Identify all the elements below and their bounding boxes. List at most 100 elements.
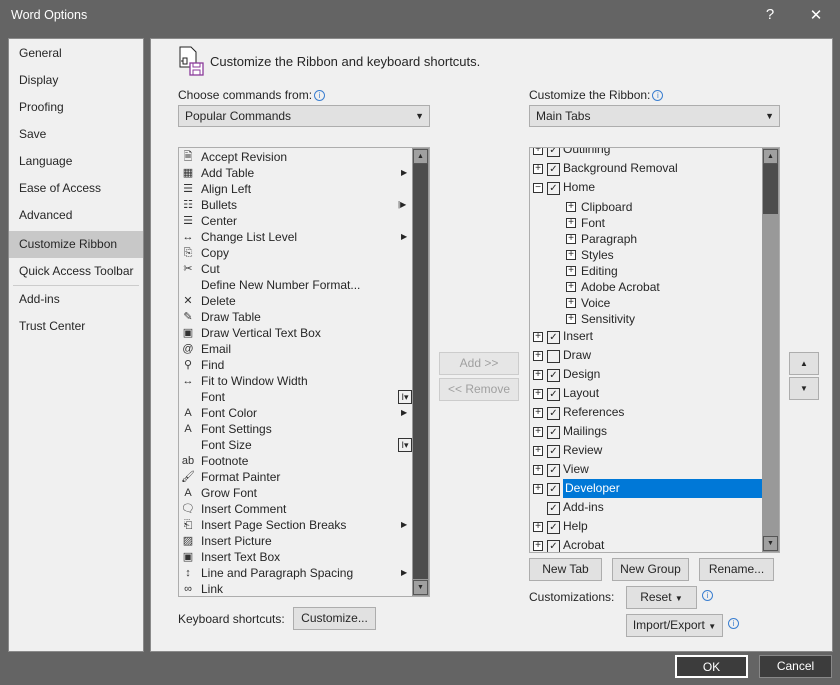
command-item[interactable]: 🖌 Format Painter bbox=[179, 469, 429, 485]
sidebar-item-proofing[interactable]: Proofing bbox=[9, 94, 143, 121]
sidebar-item-add-ins[interactable]: Add-ins bbox=[9, 286, 143, 313]
command-item[interactable]: ☰ Center bbox=[179, 213, 429, 229]
command-item[interactable]: ☰ Align Left bbox=[179, 181, 429, 197]
ribbon-tab-item[interactable]: + Font bbox=[530, 215, 779, 231]
ribbon-tab-item[interactable]: + ✓ Design bbox=[530, 365, 779, 384]
command-item[interactable]: 🗨 Insert Comment bbox=[179, 501, 429, 517]
add-button[interactable]: Add >> bbox=[439, 352, 519, 375]
expand-icon[interactable]: + bbox=[566, 218, 576, 228]
checkbox[interactable]: ✓ bbox=[547, 368, 560, 382]
expand-icon[interactable]: + bbox=[533, 521, 543, 532]
ribbon-tab-item[interactable]: + ✓ Help bbox=[530, 517, 779, 536]
ribbon-tab-item[interactable]: + Voice bbox=[530, 295, 779, 311]
expand-icon[interactable]: + bbox=[533, 350, 543, 361]
collapse-icon[interactable]: − bbox=[533, 182, 543, 193]
expand-icon[interactable]: + bbox=[533, 540, 543, 551]
ribbon-tab-item[interactable]: + ✓ View bbox=[530, 460, 779, 479]
checkbox[interactable]: ✓ bbox=[547, 463, 560, 477]
checkbox[interactable]: ✓ bbox=[547, 539, 560, 552]
sidebar-item-save[interactable]: Save bbox=[9, 121, 143, 148]
customize-shortcuts-button[interactable]: Customize... bbox=[293, 607, 376, 630]
expand-icon[interactable]: + bbox=[533, 483, 543, 494]
move-up-button[interactable]: ▲ bbox=[789, 352, 819, 375]
command-item[interactable]: ▣ Insert Text Box bbox=[179, 549, 429, 565]
scroll-up-icon[interactable]: ▲ bbox=[413, 149, 428, 164]
command-item[interactable]: Font I▾ bbox=[179, 389, 429, 405]
command-item[interactable]: A Font Color ▶ bbox=[179, 405, 429, 421]
ribbon-tab-item[interactable]: + Sensitivity bbox=[530, 311, 779, 327]
expand-icon[interactable]: + bbox=[566, 266, 576, 276]
move-down-button[interactable]: ▼ bbox=[789, 377, 819, 400]
ok-button[interactable]: OK bbox=[675, 655, 748, 678]
expand-icon[interactable]: + bbox=[533, 407, 543, 418]
expand-icon[interactable]: + bbox=[533, 426, 543, 437]
ribbon-tab-item[interactable]: + Editing bbox=[530, 263, 779, 279]
command-item[interactable]: ▣ Draw Vertical Text Box bbox=[179, 325, 429, 341]
expand-icon[interactable]: + bbox=[533, 464, 543, 475]
sidebar-item-advanced[interactable]: Advanced bbox=[9, 202, 143, 229]
checkbox[interactable]: ✓ bbox=[547, 406, 560, 420]
ribbon-tab-item[interactable]: + Adobe Acrobat bbox=[530, 279, 779, 295]
checkbox[interactable] bbox=[547, 349, 560, 363]
info-icon[interactable]: i bbox=[314, 90, 326, 101]
ribbon-tab-item[interactable]: + ✓ Developer bbox=[530, 479, 779, 498]
sidebar-item-general[interactable]: General bbox=[9, 40, 143, 67]
ribbon-tabs-dropdown[interactable]: Main Tabs ▼ bbox=[529, 105, 780, 127]
cancel-button[interactable]: Cancel bbox=[759, 655, 832, 678]
ribbon-tab-item[interactable]: + Clipboard bbox=[530, 199, 779, 215]
scroll-up-icon[interactable]: ▲ bbox=[763, 149, 778, 164]
command-item[interactable]: ☷ Bullets |▶ bbox=[179, 197, 429, 213]
expand-icon[interactable]: + bbox=[533, 148, 543, 155]
sidebar-item-display[interactable]: Display bbox=[9, 67, 143, 94]
command-item[interactable]: ↕ Line and Paragraph Spacing ▶ bbox=[179, 565, 429, 581]
ribbon-tab-item[interactable]: + ✓ Insert bbox=[530, 327, 779, 346]
tree-scrollbar[interactable]: ▲ ▼ bbox=[762, 148, 779, 552]
checkbox[interactable]: ✓ bbox=[547, 330, 560, 344]
close-button[interactable]: ✕ bbox=[806, 6, 826, 24]
command-item[interactable]: ✂ Cut bbox=[179, 261, 429, 277]
command-item[interactable]: A Grow Font bbox=[179, 485, 429, 501]
checkbox[interactable]: ✓ bbox=[547, 482, 560, 496]
command-item[interactable]: Define New Number Format... bbox=[179, 277, 429, 293]
checkbox[interactable]: ✓ bbox=[547, 148, 560, 157]
rename-button[interactable]: Rename... bbox=[699, 558, 774, 581]
command-item[interactable]: ⎗ Insert Page Section Breaks ▶ bbox=[179, 517, 429, 533]
command-item[interactable]: ↔ Change List Level ▶ bbox=[179, 229, 429, 245]
checkbox[interactable]: ✓ bbox=[547, 425, 560, 439]
ribbon-tab-item[interactable]: ✓ Add-ins bbox=[530, 498, 779, 517]
expand-icon[interactable]: + bbox=[566, 314, 576, 324]
scroll-down-icon[interactable]: ▼ bbox=[763, 536, 778, 551]
ribbon-tab-item[interactable]: + ✓ Background Removal bbox=[530, 159, 779, 178]
sidebar-item-customize-ribbon[interactable]: Customize Ribbon bbox=[9, 231, 143, 258]
command-item[interactable]: ⚲ Find bbox=[179, 357, 429, 373]
choose-commands-dropdown[interactable]: Popular Commands ▼ bbox=[178, 105, 430, 127]
expand-icon[interactable]: + bbox=[566, 234, 576, 244]
ribbon-tab-item[interactable]: + ✓ Layout bbox=[530, 384, 779, 403]
expand-icon[interactable]: + bbox=[566, 202, 576, 212]
sidebar-item-trust-center[interactable]: Trust Center bbox=[9, 313, 143, 340]
expand-icon[interactable]: + bbox=[533, 163, 543, 174]
remove-button[interactable]: << Remove bbox=[439, 378, 519, 401]
command-item[interactable]: @ Email bbox=[179, 341, 429, 357]
help-button[interactable]: ? bbox=[760, 6, 780, 23]
command-item[interactable]: ⎘ Copy bbox=[179, 245, 429, 261]
expand-icon[interactable]: + bbox=[566, 282, 576, 292]
checkbox[interactable]: ✓ bbox=[547, 501, 560, 515]
info-icon[interactable]: i bbox=[652, 90, 664, 101]
expand-icon[interactable]: + bbox=[533, 388, 543, 399]
new-tab-button[interactable]: New Tab bbox=[529, 558, 602, 581]
ribbon-tab-item[interactable]: + Draw bbox=[530, 346, 779, 365]
ribbon-tab-item[interactable]: + Styles bbox=[530, 247, 779, 263]
ribbon-tab-item[interactable]: + ✓ References bbox=[530, 403, 779, 422]
command-item[interactable]: 🗎 Accept Revision bbox=[179, 149, 429, 165]
command-item[interactable]: A Font Settings bbox=[179, 421, 429, 437]
new-group-button[interactable]: New Group bbox=[612, 558, 689, 581]
import-export-button[interactable]: Import/Export ▼ bbox=[626, 614, 723, 637]
ribbon-tab-item[interactable]: − ✓ Home bbox=[530, 178, 779, 197]
command-item[interactable]: ✕ Delete bbox=[179, 293, 429, 309]
command-item[interactable]: ✎ Draw Table bbox=[179, 309, 429, 325]
command-item[interactable]: ↔ Fit to Window Width bbox=[179, 373, 429, 389]
scrollbar-thumb[interactable] bbox=[763, 164, 778, 214]
expand-icon[interactable]: + bbox=[566, 250, 576, 260]
expand-icon[interactable]: + bbox=[533, 369, 543, 380]
